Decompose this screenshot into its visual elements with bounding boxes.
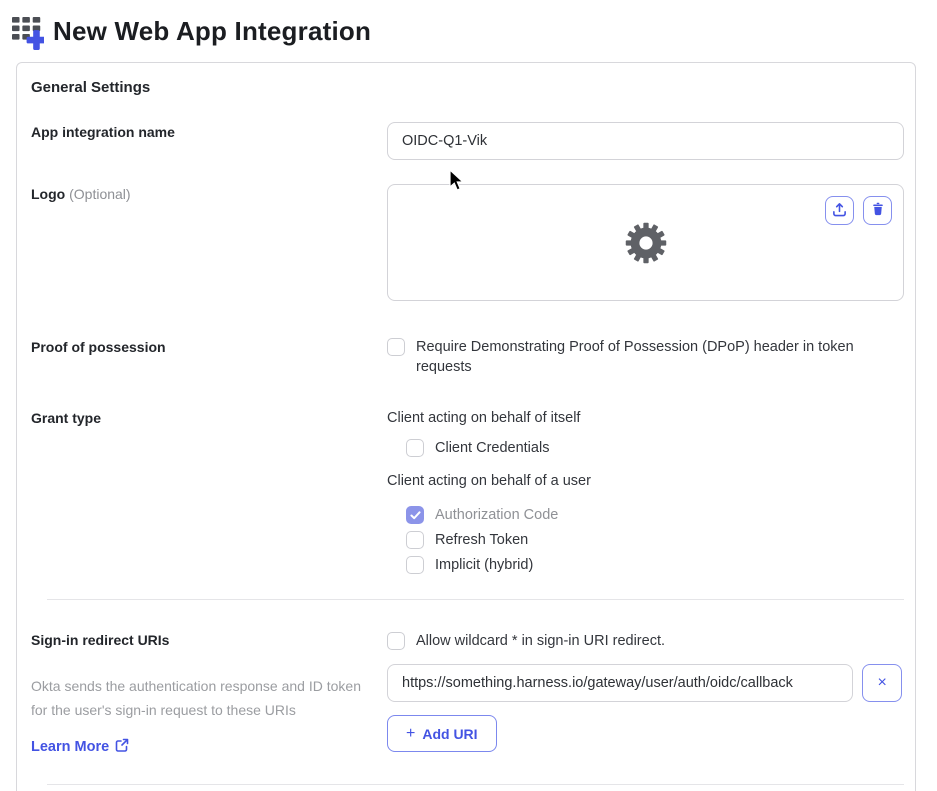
app-grid-plus-icon [12,16,47,50]
wildcard-redirect-label[interactable]: Allow wildcard * in sign-in URI redirect… [416,631,665,651]
client-credentials-label[interactable]: Client Credentials [435,438,549,458]
page-header: New Web App Integration [0,0,937,50]
grant-type-row: Grant type Client acting on behalf of it… [31,408,902,575]
signin-redirect-label: Sign-in redirect URIs [31,632,170,648]
app-name-input[interactable] [387,122,904,160]
add-uri-button[interactable]: + Add URI [387,715,497,752]
close-icon: × [877,674,887,691]
app-name-row: App integration name [31,122,904,160]
redirect-uri-input[interactable] [387,664,854,702]
external-link-icon [115,738,129,756]
app-name-label: App integration name [31,124,175,140]
logo-preview-box [387,184,904,301]
delete-logo-button[interactable] [863,196,892,225]
refresh-token-label[interactable]: Refresh Token [435,530,528,550]
page-title: New Web App Integration [53,16,372,46]
general-settings-panel: General Settings App integration name Lo… [16,62,916,791]
learn-more-link[interactable]: Learn More [31,738,129,756]
dpop-checkbox[interactable] [387,338,405,356]
implicit-hybrid-checkbox[interactable] [406,556,424,574]
upload-icon [832,202,847,220]
remove-uri-button[interactable]: × [862,664,902,702]
logo-label: Logo (Optional) [31,186,131,202]
signin-redirect-row: Sign-in redirect URIs Okta sends the aut… [31,630,902,756]
trash-icon [871,202,885,219]
logo-optional-label: (Optional) [69,186,131,202]
section-divider [47,599,904,600]
client-credentials-checkbox[interactable] [406,439,424,457]
upload-logo-button[interactable] [825,196,854,225]
grant-group-user-title: Client acting on behalf of a user [387,473,591,489]
logo-row: Logo (Optional) [31,184,904,301]
check-icon [409,510,421,519]
grant-group-itself-title: Client acting on behalf of itself [387,410,581,426]
refresh-token-checkbox[interactable] [406,531,424,549]
wildcard-redirect-checkbox[interactable] [387,632,405,650]
panel-heading: General Settings [31,79,151,96]
signin-redirect-help-text: Okta sends the authentication response a… [31,678,361,718]
implicit-hybrid-label[interactable]: Implicit (hybrid) [435,555,533,575]
authorization-code-checkbox [406,506,424,524]
default-app-logo-gear-icon [624,221,668,265]
grant-type-label: Grant type [31,410,102,426]
proof-of-possession-row: Proof of possession Require Demonstratin… [31,337,902,377]
section-divider-bottom [47,784,904,785]
proof-of-possession-label: Proof of possession [31,339,166,355]
plus-icon: + [406,724,416,742]
authorization-code-label: Authorization Code [435,507,559,523]
dpop-checkbox-label[interactable]: Require Demonstrating Proof of Possessio… [416,337,886,377]
